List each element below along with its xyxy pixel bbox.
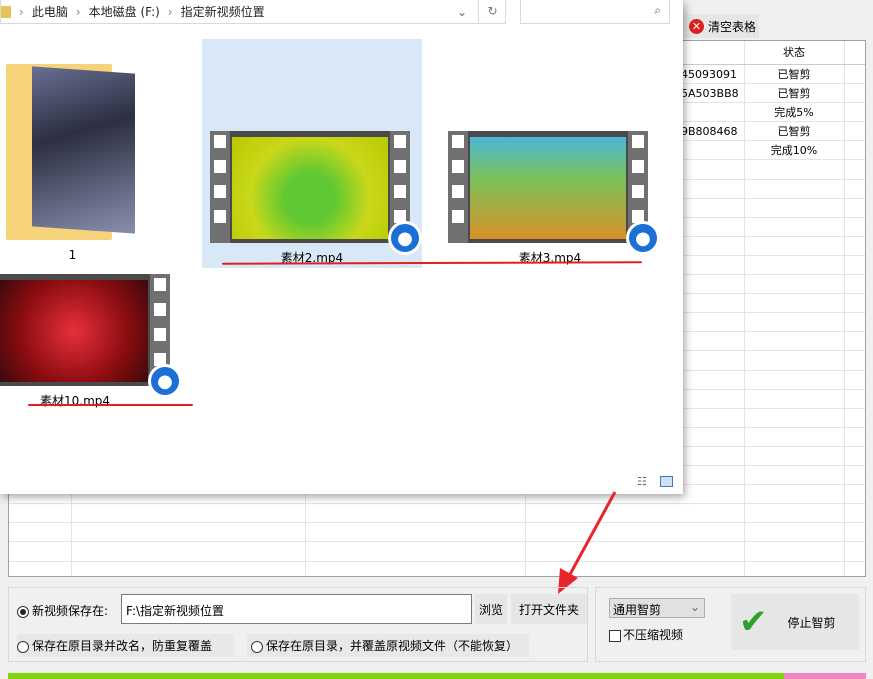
row-status: 已智剪 [777, 125, 811, 139]
details-view-icon[interactable]: ☷ [637, 475, 647, 488]
stop-button[interactable]: ✔ 停止智剪 [731, 594, 859, 650]
status-header: 状态 [783, 46, 805, 59]
video-item[interactable]: ● 素材2.mp4 [202, 39, 422, 268]
save-new-radio[interactable]: 新视频保存在: [17, 602, 108, 619]
breadcrumb-item[interactable]: 此电脑 [32, 3, 68, 20]
search-input[interactable]: ⌕ [520, 0, 670, 24]
progress-fill [8, 673, 785, 679]
refresh-icon[interactable]: ↻ [478, 0, 506, 23]
breadcrumb-item[interactable]: 本地磁盘 (F:) [89, 3, 160, 20]
video-item[interactable]: ● 素材10.mp4 [0, 270, 190, 410]
clear-icon: ✕ [688, 18, 704, 34]
row-status: 完成5% [774, 106, 814, 120]
annotation-arrow-icon [558, 491, 617, 594]
file-explorer-window: › 此电脑 › 本地磁盘 (F:) › 指定新视频位置 ⌄ ↻ ⌕ 1 ● 素材2.m… [0, 0, 683, 494]
clear-table-label: 清空表格 [707, 19, 756, 34]
mode-select[interactable]: 通用智剪 ⌄ [609, 598, 705, 618]
video-player-icon: ● [148, 364, 182, 398]
open-folder-button[interactable]: 打开文件夹 [511, 594, 587, 624]
save-options-panel: 新视频保存在: F:\指定新视频位置 浏览 打开文件夹 保存在原目录并改名，防重… [8, 587, 588, 662]
save-overwrite-radio[interactable]: 保存在原目录，并覆盖原视频文件（不能恢复） [247, 634, 529, 657]
video-item[interactable]: ● 素材3.mp4 [440, 39, 660, 268]
clear-table-button[interactable]: ✕ 清空表格 [683, 14, 759, 38]
save-path-input[interactable]: F:\指定新视频位置 [121, 594, 472, 624]
save-rename-radio[interactable]: 保存在原目录并改名，防重复覆盖 [17, 634, 234, 657]
row-id: 5A503BB8 [681, 87, 739, 101]
row-status: 已智剪 [777, 68, 811, 81]
folder-icon [1, 5, 11, 18]
search-icon: ⌕ [654, 3, 661, 17]
progress-bar [8, 673, 866, 679]
chevron-down-icon[interactable]: ⌄ [457, 5, 467, 19]
browse-button[interactable]: 浏览 [475, 594, 507, 624]
annotation-underline [28, 404, 193, 406]
folder-item[interactable]: 1 [0, 40, 145, 270]
large-icons-view-icon[interactable] [660, 476, 673, 487]
breadcrumb-item[interactable]: 指定新视频位置 [181, 3, 265, 20]
row-status: 完成10% [770, 144, 818, 158]
checkmark-icon: ✔ [739, 602, 768, 642]
controls-panel: 通用智剪 ⌄ 不压缩视频 ✔ 停止智剪 [595, 587, 866, 662]
no-compress-checkbox[interactable]: 不压缩视频 [609, 626, 683, 643]
row-id: 45093091 [681, 68, 737, 81]
chevron-down-icon: ⌄ [689, 600, 700, 614]
address-bar[interactable]: › 此电脑 › 本地磁盘 (F:) › 指定新视频位置 ⌄ ↻ [0, 0, 506, 24]
row-status: 已智剪 [777, 87, 811, 101]
row-id: 9B808468 [681, 125, 738, 139]
